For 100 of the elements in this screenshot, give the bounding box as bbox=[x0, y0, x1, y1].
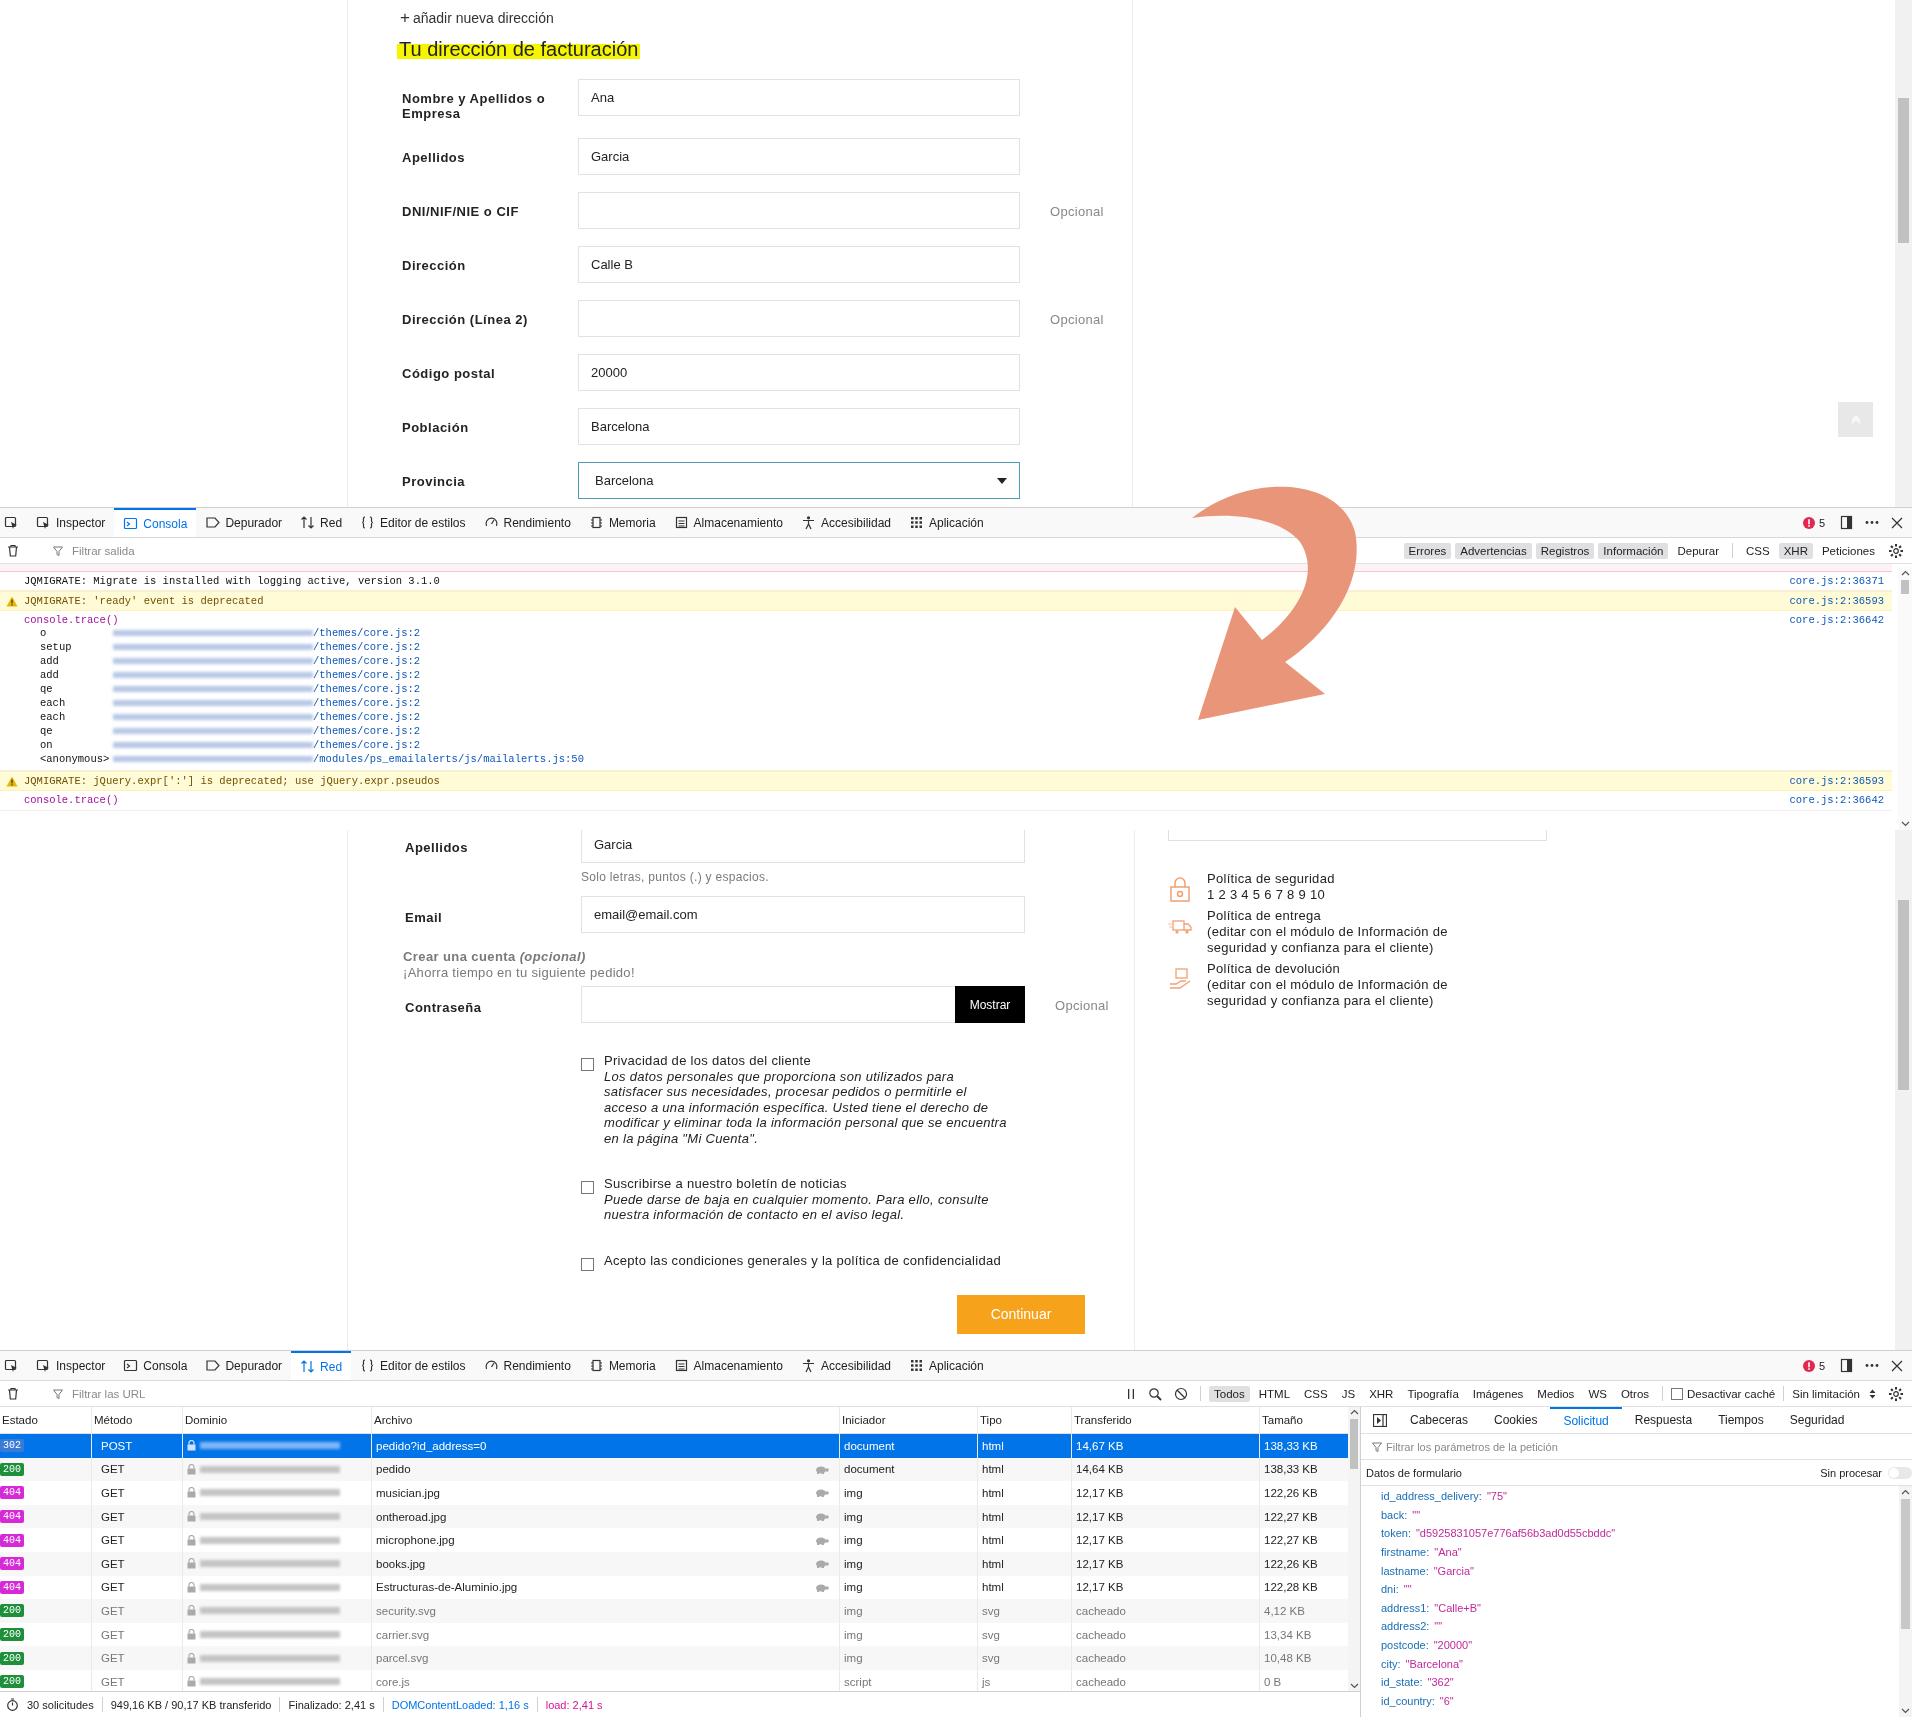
devtools-tab[interactable]: Red bbox=[291, 508, 352, 537]
scrollbar[interactable] bbox=[1895, 0, 1912, 507]
scrollbar-thumb[interactable] bbox=[1898, 900, 1909, 1090]
type-filter[interactable]: Medios bbox=[1532, 1385, 1580, 1402]
input-field[interactable]: Ana bbox=[578, 79, 1020, 116]
devtools-tab[interactable]: Consola bbox=[114, 1351, 197, 1380]
devtools-tab[interactable]: Memoria bbox=[579, 1351, 665, 1380]
devtools-tab[interactable]: Editor de estilos bbox=[351, 1351, 475, 1380]
panel-tab[interactable]: Tiempos bbox=[1705, 1407, 1777, 1433]
source-link[interactable]: core.js:2:36593 bbox=[1789, 595, 1884, 607]
column-header[interactable]: Tipo bbox=[978, 1407, 1072, 1433]
checkbox[interactable] bbox=[581, 1181, 594, 1194]
devtools-tab[interactable]: Consola bbox=[114, 508, 197, 537]
source-link[interactable]: core.js:2:36642 bbox=[1789, 794, 1884, 806]
devtools-tab[interactable]: Rendimiento bbox=[474, 508, 580, 537]
source-link[interactable]: core.js:2:36593 bbox=[1789, 775, 1884, 787]
add-address-link[interactable]: + añadir nueva dirección bbox=[400, 8, 1132, 28]
file-link[interactable]: /themes/core.js:2 bbox=[313, 711, 421, 723]
type-filter[interactable]: Imágenes bbox=[1467, 1385, 1529, 1402]
request-row[interactable]: 404 GET musician.jpg img html 12,17 KB 122,26 KB bbox=[0, 1481, 1348, 1505]
panel-tab[interactable]: Seguridad bbox=[1776, 1407, 1858, 1433]
scrollbar-thumb[interactable] bbox=[1898, 98, 1909, 243]
scrollbar-thumb[interactable] bbox=[1901, 1499, 1910, 1629]
scrollbar[interactable] bbox=[1899, 1486, 1912, 1717]
input-field[interactable] bbox=[578, 300, 1020, 337]
password-field[interactable]: Mostrar bbox=[581, 986, 1025, 1023]
input-field[interactable]: 20000 bbox=[578, 354, 1020, 391]
devtools-tab[interactable]: Aplicación bbox=[900, 1351, 993, 1380]
input-field[interactable]: Garcia bbox=[581, 830, 1025, 863]
devtools-tab[interactable]: Inspector bbox=[27, 1351, 115, 1380]
filter-toggle[interactable]: Información bbox=[1598, 542, 1669, 559]
devtools-tab[interactable]: Memoria bbox=[579, 508, 665, 537]
filter-field[interactable]: Filtrar salida bbox=[28, 544, 135, 557]
file-link[interactable]: /themes/core.js:2 bbox=[313, 697, 421, 709]
devtools-tab[interactable]: Almacenamiento bbox=[664, 1351, 792, 1380]
type-filter[interactable]: CSS bbox=[1299, 1385, 1333, 1402]
devtools-tab[interactable]: Red bbox=[291, 1351, 352, 1380]
type-filter[interactable]: Otros bbox=[1615, 1385, 1655, 1402]
file-link[interactable]: /themes/core.js:2 bbox=[313, 655, 421, 667]
panel-tab[interactable]: Respuesta bbox=[1621, 1407, 1706, 1433]
source-link[interactable]: core.js:2:36642 bbox=[1789, 614, 1884, 626]
input-field[interactable]: email@email.com bbox=[581, 896, 1025, 933]
column-header[interactable]: Método bbox=[92, 1407, 183, 1433]
scrollbar[interactable] bbox=[1895, 830, 1912, 1350]
scrollbar[interactable] bbox=[1898, 567, 1912, 830]
filter-toggle[interactable]: XHR bbox=[1778, 542, 1813, 559]
input-field[interactable]: Barcelona bbox=[578, 408, 1020, 445]
checkbox[interactable] bbox=[581, 1257, 594, 1271]
show-password-button[interactable]: Mostrar bbox=[955, 986, 1025, 1023]
devtools-tab[interactable]: Almacenamiento bbox=[664, 508, 792, 537]
input-field[interactable] bbox=[578, 192, 1020, 229]
column-header[interactable]: Dominio bbox=[183, 1407, 372, 1433]
devtools-tab[interactable]: Editor de estilos bbox=[351, 508, 475, 537]
type-filter[interactable]: WS bbox=[1583, 1385, 1612, 1402]
request-row[interactable]: 200 GET security.svg img svg cacheado 4,12 KB bbox=[0, 1599, 1348, 1623]
scrollbar[interactable] bbox=[1348, 1407, 1360, 1691]
type-filter[interactable]: HTML bbox=[1253, 1385, 1296, 1402]
type-filter[interactable]: Todos bbox=[1209, 1385, 1250, 1402]
filter-toggle[interactable]: Errores bbox=[1403, 542, 1452, 559]
panel-tab[interactable]: Cookies bbox=[1481, 1407, 1551, 1433]
filter-field[interactable]: Filtrar las URL bbox=[28, 1387, 146, 1400]
filter-field[interactable]: Filtrar los parámetros de la petición bbox=[1361, 1434, 1912, 1460]
request-row[interactable]: 200 GET core.js script js cacheado 0 B bbox=[0, 1669, 1348, 1691]
column-header[interactable]: Transferido bbox=[1072, 1407, 1260, 1433]
file-link[interactable]: /themes/core.js:2 bbox=[313, 725, 421, 737]
panel-tab[interactable]: Cabeceras bbox=[1397, 1407, 1482, 1433]
checkbox[interactable] bbox=[581, 1058, 594, 1071]
type-filter[interactable]: XHR bbox=[1364, 1385, 1399, 1402]
filter-toggle[interactable]: Registros bbox=[1535, 542, 1595, 559]
file-link[interactable]: /modules/ps_emailalerts/js/mailalerts.js:50 bbox=[313, 753, 584, 765]
column-header[interactable]: Iniciador bbox=[840, 1407, 978, 1433]
select-field[interactable]: Barcelona bbox=[578, 462, 1020, 499]
throttling-dropdown[interactable]: Sin limitación bbox=[1792, 1387, 1880, 1400]
request-row[interactable]: 404 GET ontheroad.jpg img html 12,17 KB 122,27 KB bbox=[0, 1504, 1348, 1529]
input-field[interactable]: Calle B bbox=[578, 246, 1020, 283]
devtools-tab[interactable]: Inspector bbox=[27, 508, 115, 537]
request-row[interactable]: 200 GET pedido document html 14,64 KB 138,33 KB bbox=[0, 1457, 1348, 1482]
scrollbar-thumb[interactable] bbox=[1350, 1419, 1358, 1469]
devtools-tab[interactable]: Accesibilidad bbox=[791, 1351, 900, 1380]
file-link[interactable]: /themes/core.js:2 bbox=[313, 627, 421, 639]
request-row[interactable]: 200 GET parcel.svg img svg cacheado 10,48 KB bbox=[0, 1646, 1348, 1670]
request-row[interactable]: 404 GET microphone.jpg img html 12,17 KB 122,27 KB bbox=[0, 1528, 1348, 1552]
column-header[interactable]: Archivo bbox=[372, 1407, 840, 1433]
devtools-tab[interactable]: Accesibilidad bbox=[791, 508, 900, 537]
checkbox[interactable] bbox=[1671, 1387, 1684, 1400]
file-link[interactable]: /themes/core.js:2 bbox=[313, 683, 421, 695]
file-link[interactable]: /themes/core.js:2 bbox=[313, 669, 421, 681]
request-row[interactable]: 302 POST pedido?id_address=0 document html 14,67 KB 138,33 KB bbox=[0, 1434, 1348, 1458]
scrollbar-thumb[interactable] bbox=[1901, 580, 1909, 594]
request-row[interactable]: 404 GET books.jpg img html 12,17 KB 122,26 KB bbox=[0, 1551, 1348, 1576]
file-link[interactable]: /themes/core.js:2 bbox=[313, 641, 421, 653]
filter-toggle[interactable]: Depurar bbox=[1672, 542, 1724, 559]
devtools-tab[interactable]: Depurador bbox=[196, 1351, 292, 1380]
type-filter[interactable]: JS bbox=[1336, 1385, 1361, 1402]
input-field[interactable]: Garcia bbox=[578, 138, 1020, 175]
devtools-tab[interactable]: Rendimiento bbox=[474, 1351, 580, 1380]
devtools-tab[interactable]: Depurador bbox=[196, 508, 292, 537]
panel-tab[interactable]: Solicitud bbox=[1550, 1407, 1622, 1433]
source-link[interactable]: core.js:2:36371 bbox=[1789, 575, 1884, 587]
file-link[interactable]: /themes/core.js:2 bbox=[313, 739, 421, 751]
